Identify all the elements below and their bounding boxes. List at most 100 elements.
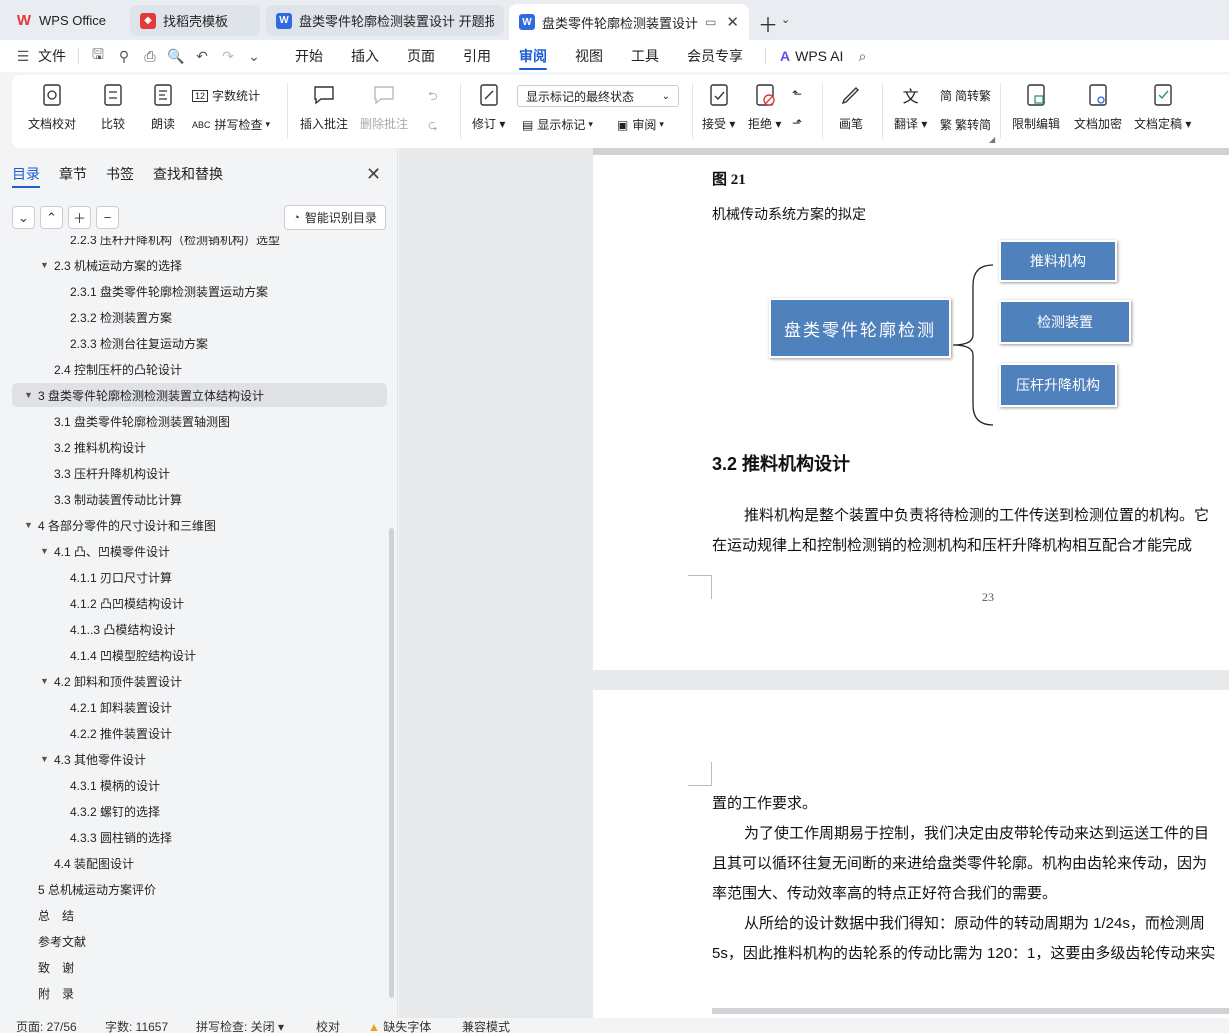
toc-item[interactable]: ▼ 4.1 凸、凹模零件设计 [40, 539, 170, 563]
toc-item[interactable]: ▼ 4 各部分零件的尺寸设计和三维图 [24, 513, 216, 537]
toc-item[interactable]: 4.3.1 模柄的设计 [56, 773, 160, 797]
show-markup-button[interactable]: ▤ 显示标记 ▾ [522, 116, 593, 133]
toc-item[interactable]: 2.2.3 压杆升降机构（检测销机构）选型 [56, 236, 280, 251]
toc-scrollbar[interactable] [389, 528, 394, 998]
wps-ai-button[interactable]: A WPS AI [774, 40, 849, 72]
toc-item[interactable]: ▼ 4.2 卸料和顶件装置设计 [40, 669, 182, 693]
prev-comment-icon[interactable]: ⮌ [428, 87, 438, 108]
toc-item[interactable]: 4.1.2 凸凹模结构设计 [56, 591, 184, 615]
toc-item[interactable]: ▼ 2.3 机械运动方案的选择 [40, 253, 182, 277]
finalize-button[interactable]: 文档定稿 ▾ [1134, 81, 1191, 132]
collapse-up-button[interactable]: ⌃ [40, 206, 63, 229]
toc-item[interactable]: 3.2 推料机构设计 [40, 435, 146, 459]
close-tab-icon[interactable]: ✕ [726, 13, 739, 31]
smart-toc-button[interactable]: ◔ 智能识别目录 [284, 205, 386, 230]
toc-item[interactable]: 2.4 控制压杆的凸轮设计 [40, 357, 182, 381]
reject-button[interactable]: 拒绝 ▾ [748, 81, 781, 132]
toc-item[interactable]: 5 总机械运动方案评价 [24, 877, 156, 901]
toc-item[interactable]: ▼ 4.3 其他零件设计 [40, 747, 146, 771]
collapse-arrow-icon[interactable]: ▼ [24, 520, 38, 530]
toc-item[interactable]: 4.1.4 凹模型腔结构设计 [56, 643, 196, 667]
spell-check-button[interactable]: ABC 拼写检查 ▾ [192, 116, 270, 133]
menu-view[interactable]: 视图 [561, 40, 617, 72]
pen-button[interactable]: 画笔 [838, 81, 864, 132]
word-count-button[interactable]: 12 字数统计 [192, 87, 260, 104]
toc-item[interactable]: 4.1..3 凸模结构设计 [56, 617, 175, 641]
save-icon[interactable]: 🖫 [85, 40, 111, 72]
tab-toc[interactable]: 目录 [12, 164, 40, 188]
tab-wps-office[interactable]: W WPS Office [6, 5, 124, 36]
new-tab-button[interactable]: ＋ [758, 9, 778, 38]
menu-home[interactable]: 开始 [281, 40, 337, 72]
menu-review[interactable]: 审阅 [505, 40, 561, 72]
toc-item[interactable]: 4.1.1 刃口尺寸计算 [56, 565, 172, 589]
to-traditional-button[interactable]: 简 简转繁 [940, 87, 991, 104]
menu-page[interactable]: 页面 [393, 40, 449, 72]
translate-button[interactable]: 文 翻译 ▾ [894, 81, 927, 132]
tab-proposal-doc[interactable]: W 盘类零件轮廓检测装置设计 开题报告 [266, 5, 504, 36]
collapse-arrow-icon[interactable]: ▼ [40, 676, 54, 686]
toc-item[interactable]: 4.2.2 推件装置设计 [56, 721, 172, 745]
demote-minus-button[interactable]: − [96, 206, 119, 229]
to-simplified-button[interactable]: 繁 繁转简 [940, 116, 991, 133]
proof-status[interactable]: 校对 [316, 1018, 340, 1033]
menu-insert[interactable]: 插入 [337, 40, 393, 72]
prev-change-icon[interactable]: ⬑ [792, 87, 802, 101]
delete-comment-button[interactable]: 删除批注 [360, 81, 408, 132]
spell-check-status[interactable]: 拼写检查: 关闭 ▾ [196, 1018, 284, 1033]
expand-down-button[interactable]: ⌄ [12, 206, 35, 229]
toc-item[interactable]: 4.3.2 螺钉的选择 [56, 799, 160, 823]
more-chevron-icon[interactable]: ⌄ [241, 40, 267, 72]
menu-references[interactable]: 引用 [449, 40, 505, 72]
close-pane-icon[interactable]: ✕ [366, 164, 381, 185]
page-indicator[interactable]: 页面: 27/56 [16, 1018, 77, 1033]
toc-item[interactable]: 2.3.1 盘类零件轮廓检测装置运动方案 [56, 279, 268, 303]
insert-comment-button[interactable]: 插入批注 [300, 81, 348, 132]
print-icon[interactable]: ⎙ [137, 40, 163, 72]
word-count-status[interactable]: 字数: 11657 [105, 1018, 168, 1033]
toc-item[interactable]: 参考文献 [24, 929, 86, 953]
collapse-arrow-icon[interactable]: ▼ [24, 390, 38, 400]
compare-button[interactable]: 比较 [100, 81, 126, 132]
missing-font-status[interactable]: ▲ 缺失字体 [368, 1018, 431, 1033]
tab-chapters[interactable]: 章节 [59, 164, 87, 188]
doc-check-button[interactable]: 文档校对 [28, 81, 76, 132]
hamburger-menu-icon[interactable]: ☰ [10, 40, 36, 72]
collapse-arrow-icon[interactable]: ▼ [40, 546, 54, 556]
toc-item[interactable]: 4.2.1 卸料装置设计 [56, 695, 172, 719]
next-comment-icon[interactable]: ⮎ [428, 116, 438, 137]
expand-group-icon[interactable]: ◢ [989, 135, 995, 144]
toc-item[interactable]: 4.4 装配图设计 [40, 851, 134, 875]
toc-item[interactable]: 致 谢 [24, 955, 74, 979]
toc-item[interactable]: 2.3.2 检测装置方案 [56, 305, 172, 329]
toc-item[interactable]: 2.3.3 检测台往复运动方案 [56, 331, 208, 355]
toc-item[interactable]: 附 录 [24, 981, 74, 1005]
menu-tools[interactable]: 工具 [617, 40, 673, 72]
accept-button[interactable]: 接受 ▾ [702, 81, 735, 132]
file-menu[interactable]: 文件 [36, 40, 72, 72]
toc-item[interactable]: 3.3 制动装置传动比计算 [40, 487, 182, 511]
collapse-arrow-icon[interactable]: ▼ [40, 754, 54, 764]
collapse-arrow-icon[interactable]: ▼ [40, 260, 54, 270]
review-pane-button[interactable]: ▣ 审阅 ▾ [617, 116, 664, 133]
restrict-edit-button[interactable]: 限制编辑 [1012, 81, 1060, 132]
tab-current-doc[interactable]: W 盘类零件轮廓检测装置设计 说 ▭ ✕ [509, 4, 749, 40]
tab-bookmarks[interactable]: 书签 [106, 164, 134, 188]
read-aloud-button[interactable]: 朗读 [150, 81, 176, 132]
menu-member[interactable]: 会员专享 [673, 40, 757, 72]
tab-docer[interactable]: ◆ 找稻壳模板 [130, 5, 260, 36]
next-change-icon[interactable]: ⬏ [792, 116, 802, 130]
encrypt-button[interactable]: 文档加密 [1074, 81, 1122, 132]
print-preview-icon[interactable]: 🔍 [163, 40, 189, 72]
toc-item[interactable]: ▼ 3 盘类零件轮廓检测检测装置立体结构设计 [24, 383, 264, 407]
toc-item[interactable]: 总 结 [24, 903, 74, 927]
toc-item[interactable]: 3.3 压杆升降机构设计 [40, 461, 170, 485]
undo-icon[interactable]: ↶ [189, 40, 215, 72]
redo-icon[interactable]: ↷ [215, 40, 241, 72]
revise-button[interactable]: 修订 ▾ [472, 81, 505, 132]
toc-item[interactable]: 3.1 盘类零件轮廓检测装置轴测图 [40, 409, 230, 433]
tab-find-replace[interactable]: 查找和替换 [153, 164, 223, 188]
promote-plus-button[interactable]: ＋ [68, 206, 91, 229]
tab-list-chevron-icon[interactable]: ⌄ [781, 13, 790, 26]
link-icon[interactable]: ⚲ [111, 40, 137, 72]
